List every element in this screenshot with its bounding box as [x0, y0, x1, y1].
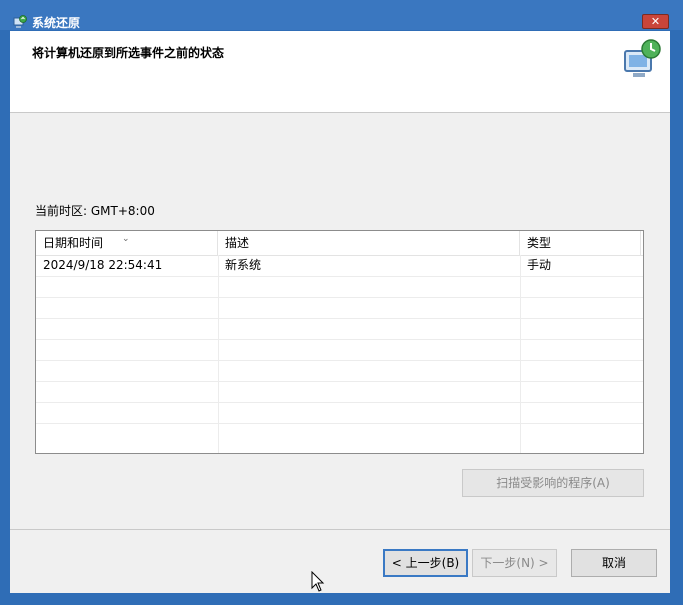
empty-row [36, 318, 643, 340]
column-label: 日期和时间 [43, 236, 104, 250]
scan-affected-programs-button[interactable]: 扫描受影响的程序(A) [462, 469, 644, 497]
close-button[interactable]: ✕ [642, 14, 669, 29]
window-title: 系统还原 [32, 16, 81, 30]
empty-row [36, 297, 643, 319]
system-restore-icon [13, 15, 27, 28]
dialog-client-area: 将计算机还原到所选事件之前的状态 当前时区: GMT+8:00 日期和时间 ⌄ … [10, 31, 670, 593]
cancel-button[interactable]: 取消 [571, 549, 657, 577]
column-label: 描述 [225, 236, 250, 250]
column-divider [218, 255, 219, 453]
cell-type: 手动 [527, 258, 552, 272]
column-label: 类型 [527, 236, 552, 250]
empty-row [36, 381, 643, 403]
column-header-date[interactable]: 日期和时间 ⌄ [36, 231, 218, 255]
empty-row [36, 423, 643, 444]
title-bar[interactable]: 系统还原 ✕ [0, 0, 683, 30]
empty-row [36, 402, 643, 424]
column-header-description[interactable]: 描述 [218, 231, 520, 255]
window-frame: 系统还原 ✕ 将计算机还原到所选事件之前的状态 当前时区: GMT+8:00 日… [0, 0, 683, 605]
column-header-type[interactable]: 类型 [520, 231, 641, 255]
back-button[interactable]: < 上一步(B) [383, 549, 468, 577]
page-title: 将计算机还原到所选事件之前的状态 [32, 46, 225, 60]
mouse-pointer-icon [311, 571, 325, 592]
next-button[interactable]: 下一步(N) > [472, 549, 557, 577]
table-header: 日期和时间 ⌄ 描述 类型 [36, 231, 643, 256]
dialog-header: 将计算机还原到所选事件之前的状态 [10, 31, 670, 113]
empty-row [36, 276, 643, 298]
footer-separator [10, 529, 670, 530]
sort-arrow-icon: ⌄ [122, 234, 130, 244]
cell-date: 2024/9/18 22:54:41 [43, 258, 163, 272]
empty-row [36, 360, 643, 382]
timezone-label: 当前时区: GMT+8:00 [35, 204, 155, 218]
column-divider [520, 255, 521, 453]
cell-description: 新系统 [225, 258, 262, 272]
empty-row [36, 339, 643, 361]
table-row[interactable]: 2024/9/18 22:54:41 新系统 手动 [36, 255, 643, 277]
restore-points-table: 日期和时间 ⌄ 描述 类型 2024/9/18 22:54:41 新系统 手动 [35, 230, 644, 454]
system-restore-icon [624, 39, 661, 77]
